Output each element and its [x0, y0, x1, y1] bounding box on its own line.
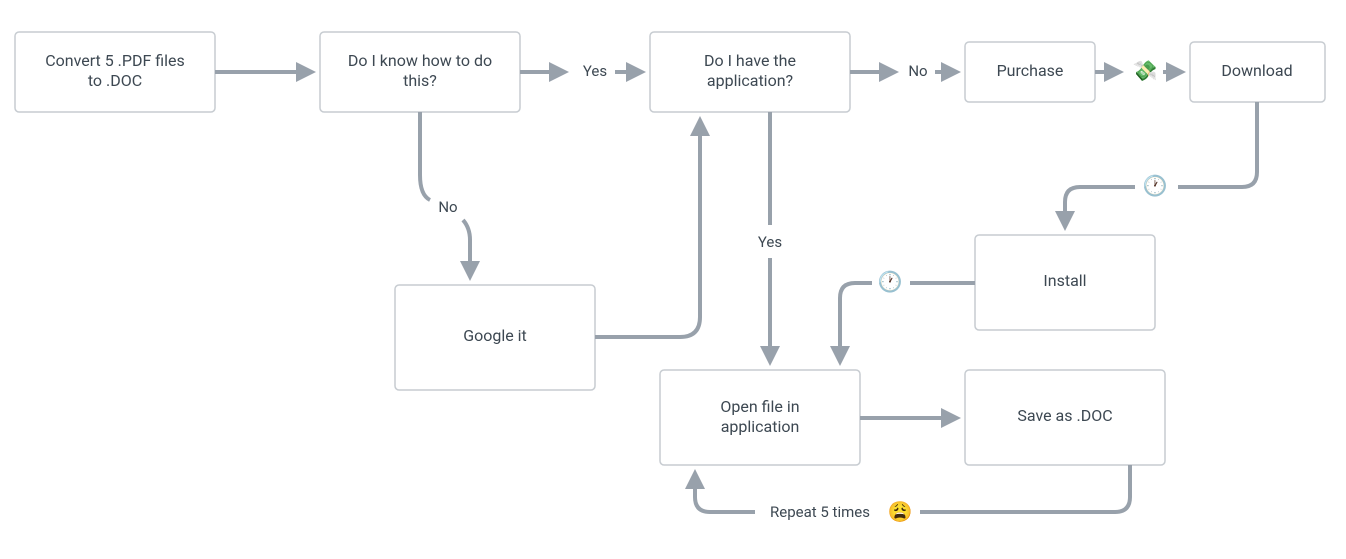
node-install: Install [975, 235, 1155, 330]
clock2-icon: 🕐 [878, 269, 903, 293]
edge-have-no-label: No [908, 62, 927, 80]
node-open: Open file in application [660, 370, 860, 465]
node-google-label: Google it [463, 326, 527, 345]
node-download-label: Download [1221, 61, 1292, 80]
flow-diagram: Convert 5 .PDF files to .DOC Do I know h… [0, 0, 1346, 559]
node-purchase-label: Purchase [997, 61, 1064, 80]
edge-have-yes-label: Yes [758, 233, 782, 251]
edge-know-to-google-a [420, 112, 430, 200]
edge-install-to-open-b [840, 283, 872, 362]
node-install-label: Install [1043, 271, 1086, 290]
edge-save-to-open-b [695, 473, 755, 512]
node-purchase: Purchase [965, 42, 1095, 102]
node-convert-label-1: Convert 5 .PDF files [45, 51, 185, 70]
node-have: Do I have the application? [650, 32, 850, 112]
edge-download-to-install-a [1178, 102, 1257, 187]
edge-know-to-google-b [463, 220, 470, 277]
node-know-label-1: Do I know how to do [348, 51, 492, 70]
edge-repeat-label: Repeat 5 times [770, 503, 870, 521]
node-save-label: Save as .DOC [1017, 406, 1112, 425]
node-convert-label-2: to .DOC [88, 71, 142, 90]
edge-google-to-have [595, 120, 700, 337]
tired-icon: 😩 [888, 499, 913, 523]
edge-save-to-open-a [920, 465, 1130, 512]
node-download: Download [1190, 42, 1325, 102]
node-open-label-2: application [721, 417, 800, 436]
edge-know-yes-label: Yes [583, 62, 607, 80]
node-google: Google it [395, 285, 595, 390]
edge-know-no-label: No [438, 198, 457, 216]
node-open-label-1: Open file in [720, 397, 799, 416]
clock1-icon: 🕐 [1143, 173, 1168, 197]
money-icon: 💸 [1133, 58, 1158, 82]
node-have-label-1: Do I have the [704, 51, 796, 70]
node-convert: Convert 5 .PDF files to .DOC [15, 32, 215, 112]
node-know: Do I know how to do this? [320, 32, 520, 112]
node-save: Save as .DOC [965, 370, 1165, 465]
node-know-label-2: this? [403, 71, 437, 90]
node-have-label-2: application? [707, 71, 793, 90]
edge-download-to-install-b [1065, 187, 1135, 227]
